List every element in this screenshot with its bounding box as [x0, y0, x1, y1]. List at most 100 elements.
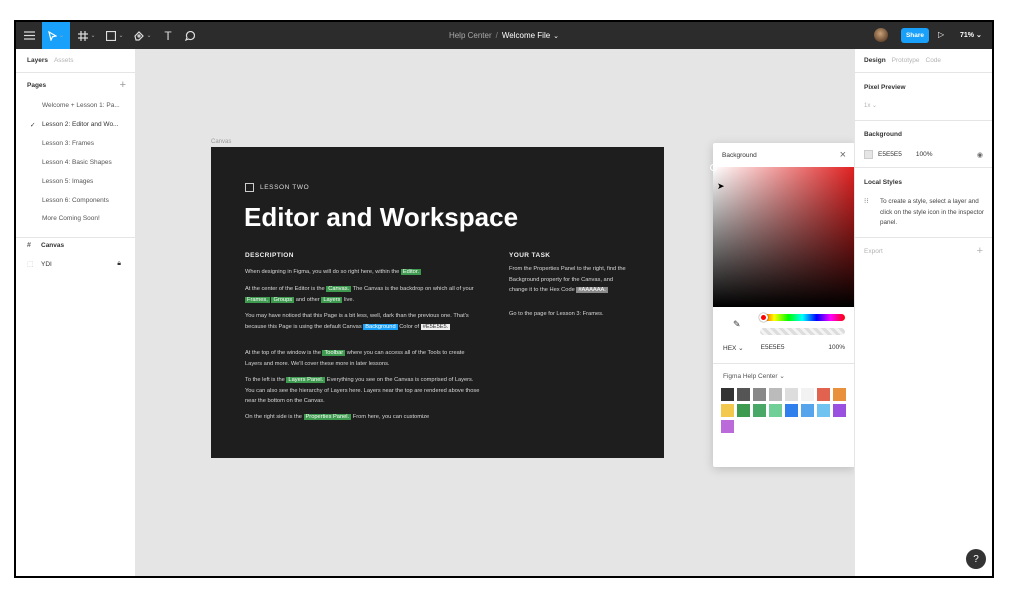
color-swatch[interactable]: [753, 388, 766, 401]
layer-row-ydi[interactable]: ⬚ YDI 🔒︎: [27, 260, 121, 268]
local-styles-title: Local Styles: [864, 179, 902, 186]
tab-prototype[interactable]: Prototype: [892, 57, 920, 64]
color-picker-popover: Background × ➤ ✎ HEX ⌄ E5E5E5 100% Figma…: [713, 143, 855, 467]
highlight-frames: Frames,: [245, 297, 270, 303]
highlight-hex: #E5E5E5.: [421, 324, 451, 330]
library-dropdown[interactable]: Figma Help Center ⌄: [723, 372, 785, 380]
comment-tool-button[interactable]: [180, 22, 200, 49]
tab-design[interactable]: Design: [864, 57, 886, 64]
color-swatch[interactable]: [833, 388, 846, 401]
description-paragraph-5: To the left is the Layers Panel. Everyth…: [245, 375, 481, 407]
divider: [855, 167, 992, 168]
local-styles-hint: To create a style, select a layer and cl…: [868, 197, 990, 229]
checkmark-icon: ✓: [30, 121, 35, 129]
add-export-plus-icon[interactable]: +: [977, 245, 983, 257]
tab-assets[interactable]: Assets: [54, 57, 74, 64]
right-panel-tabs: Design Prototype Code: [855, 49, 992, 73]
color-swatch[interactable]: [737, 388, 750, 401]
hue-handle[interactable]: [759, 313, 768, 322]
opacity-input[interactable]: 100%: [828, 344, 845, 352]
mouse-cursor-icon: ➤: [717, 181, 725, 192]
description-paragraph-6: On the right side is the Properties Pane…: [245, 412, 481, 423]
color-swatch[interactable]: [753, 404, 766, 417]
figma-window: ⌄ ⌄ ⌄ ⌄ T Help Center / Welcome File ⌄ S…: [14, 20, 994, 578]
color-swatch[interactable]: [785, 388, 798, 401]
color-swatch[interactable]: [817, 404, 830, 417]
color-swatch[interactable]: [769, 388, 782, 401]
background-hex[interactable]: E5E5E5: [878, 151, 902, 158]
user-avatar[interactable]: [874, 28, 888, 42]
pages-heading: Pages: [27, 82, 46, 89]
hue-slider[interactable]: [760, 314, 845, 321]
page-item-lesson-4[interactable]: Lesson 4: Basic Shapes: [42, 159, 112, 166]
color-swatch[interactable]: [769, 404, 782, 417]
color-swatch[interactable]: [721, 388, 734, 401]
page-item-lesson-6[interactable]: Lesson 6: Components: [42, 197, 109, 204]
layer-row-canvas[interactable]: # Canvas: [27, 242, 121, 249]
add-page-plus-icon[interactable]: +: [120, 79, 126, 91]
divider: [855, 237, 992, 238]
lesson-tag-label: LESSON TWO: [260, 184, 309, 191]
color-mode-dropdown[interactable]: HEX ⌄: [723, 344, 744, 352]
pixel-preview-title: Pixel Preview: [864, 84, 906, 91]
frame-hash-icon: [78, 31, 88, 41]
task-paragraph-1: From the Properties Panel to the right, …: [509, 264, 633, 296]
properties-panel: Design Prototype Code Pixel Preview 1x ⌄…: [854, 49, 992, 578]
color-swatch[interactable]: [801, 404, 814, 417]
color-swatch[interactable]: [785, 404, 798, 417]
page-item-coming-soon[interactable]: More Coming Soon!: [42, 215, 100, 222]
move-tool-button[interactable]: ⌄: [42, 22, 70, 49]
pixel-preview-dropdown[interactable]: 1x ⌄: [864, 102, 877, 109]
canvas-frame[interactable]: LESSON TWO Editor and Workspace DESCRIPT…: [211, 147, 664, 458]
zoom-dropdown[interactable]: 71% ⌄: [960, 31, 982, 39]
background-fill-row: E5E5E5 100% ◉: [864, 150, 983, 159]
highlight-toolbar: Toolbar: [322, 350, 345, 356]
present-play-icon[interactable]: ▷: [938, 30, 944, 39]
description-paragraph-3: You may have noticed that this Page is a…: [245, 311, 481, 332]
opacity-slider[interactable]: [760, 328, 845, 335]
task-paragraph-2: Go to the page for Lesson 3: Frames.: [509, 309, 633, 320]
export-row: Export +: [864, 248, 983, 257]
highlight-background: Background: [363, 324, 397, 330]
close-icon[interactable]: ×: [840, 149, 846, 161]
left-panel-tabs: Layers Assets: [16, 49, 135, 73]
text-tool-button[interactable]: T: [158, 22, 178, 49]
page-item-welcome[interactable]: Welcome + Lesson 1: Pa...: [42, 102, 120, 109]
description-heading: DESCRIPTION: [245, 252, 294, 259]
frame-tool-button[interactable]: ⌄: [74, 22, 100, 49]
page-item-lesson-3[interactable]: Lesson 3: Frames: [42, 140, 94, 147]
chevron-down-icon[interactable]: ⌄: [553, 32, 559, 40]
color-swatch[interactable]: [833, 404, 846, 417]
tab-layers[interactable]: Layers: [27, 57, 48, 64]
tab-code[interactable]: Code: [926, 57, 942, 64]
lock-icon[interactable]: 🔒︎: [117, 260, 121, 268]
highlight-properties-panel: Properties Panel.: [304, 414, 352, 420]
hex-input[interactable]: E5E5E5: [761, 344, 785, 352]
background-swatch[interactable]: [864, 150, 873, 159]
title-separator: /: [496, 31, 498, 40]
eye-icon[interactable]: ◉: [977, 151, 983, 159]
eyedropper-icon[interactable]: ✎: [733, 319, 741, 330]
square-icon: [245, 183, 254, 192]
color-swatch[interactable]: [801, 388, 814, 401]
page-item-lesson-5[interactable]: Lesson 5: Images: [42, 178, 93, 185]
pen-tool-button[interactable]: ⌄: [130, 22, 156, 49]
color-swatch[interactable]: [721, 404, 734, 417]
frame-label[interactable]: Canvas: [211, 139, 231, 145]
saturation-area[interactable]: ➤: [713, 167, 855, 307]
export-title: Export: [864, 248, 883, 257]
help-button[interactable]: ?: [966, 549, 986, 569]
color-swatch[interactable]: [817, 388, 830, 401]
page-item-lesson-2[interactable]: Lesson 2: Editor and Wo...: [42, 121, 118, 128]
hamburger-menu-icon[interactable]: [16, 22, 42, 49]
frame-hash-icon: #: [27, 242, 41, 249]
project-name[interactable]: Help Center: [449, 31, 492, 40]
saturation-handle[interactable]: [710, 164, 717, 171]
color-swatch[interactable]: [737, 404, 750, 417]
file-name[interactable]: Welcome File: [502, 31, 550, 40]
share-button[interactable]: Share: [901, 28, 929, 43]
color-swatch[interactable]: [721, 420, 734, 433]
background-opacity[interactable]: 100%: [916, 151, 933, 158]
shape-tool-button[interactable]: ⌄: [102, 22, 128, 49]
description-paragraph-1: When designing in Figma, you will do so …: [245, 267, 481, 278]
